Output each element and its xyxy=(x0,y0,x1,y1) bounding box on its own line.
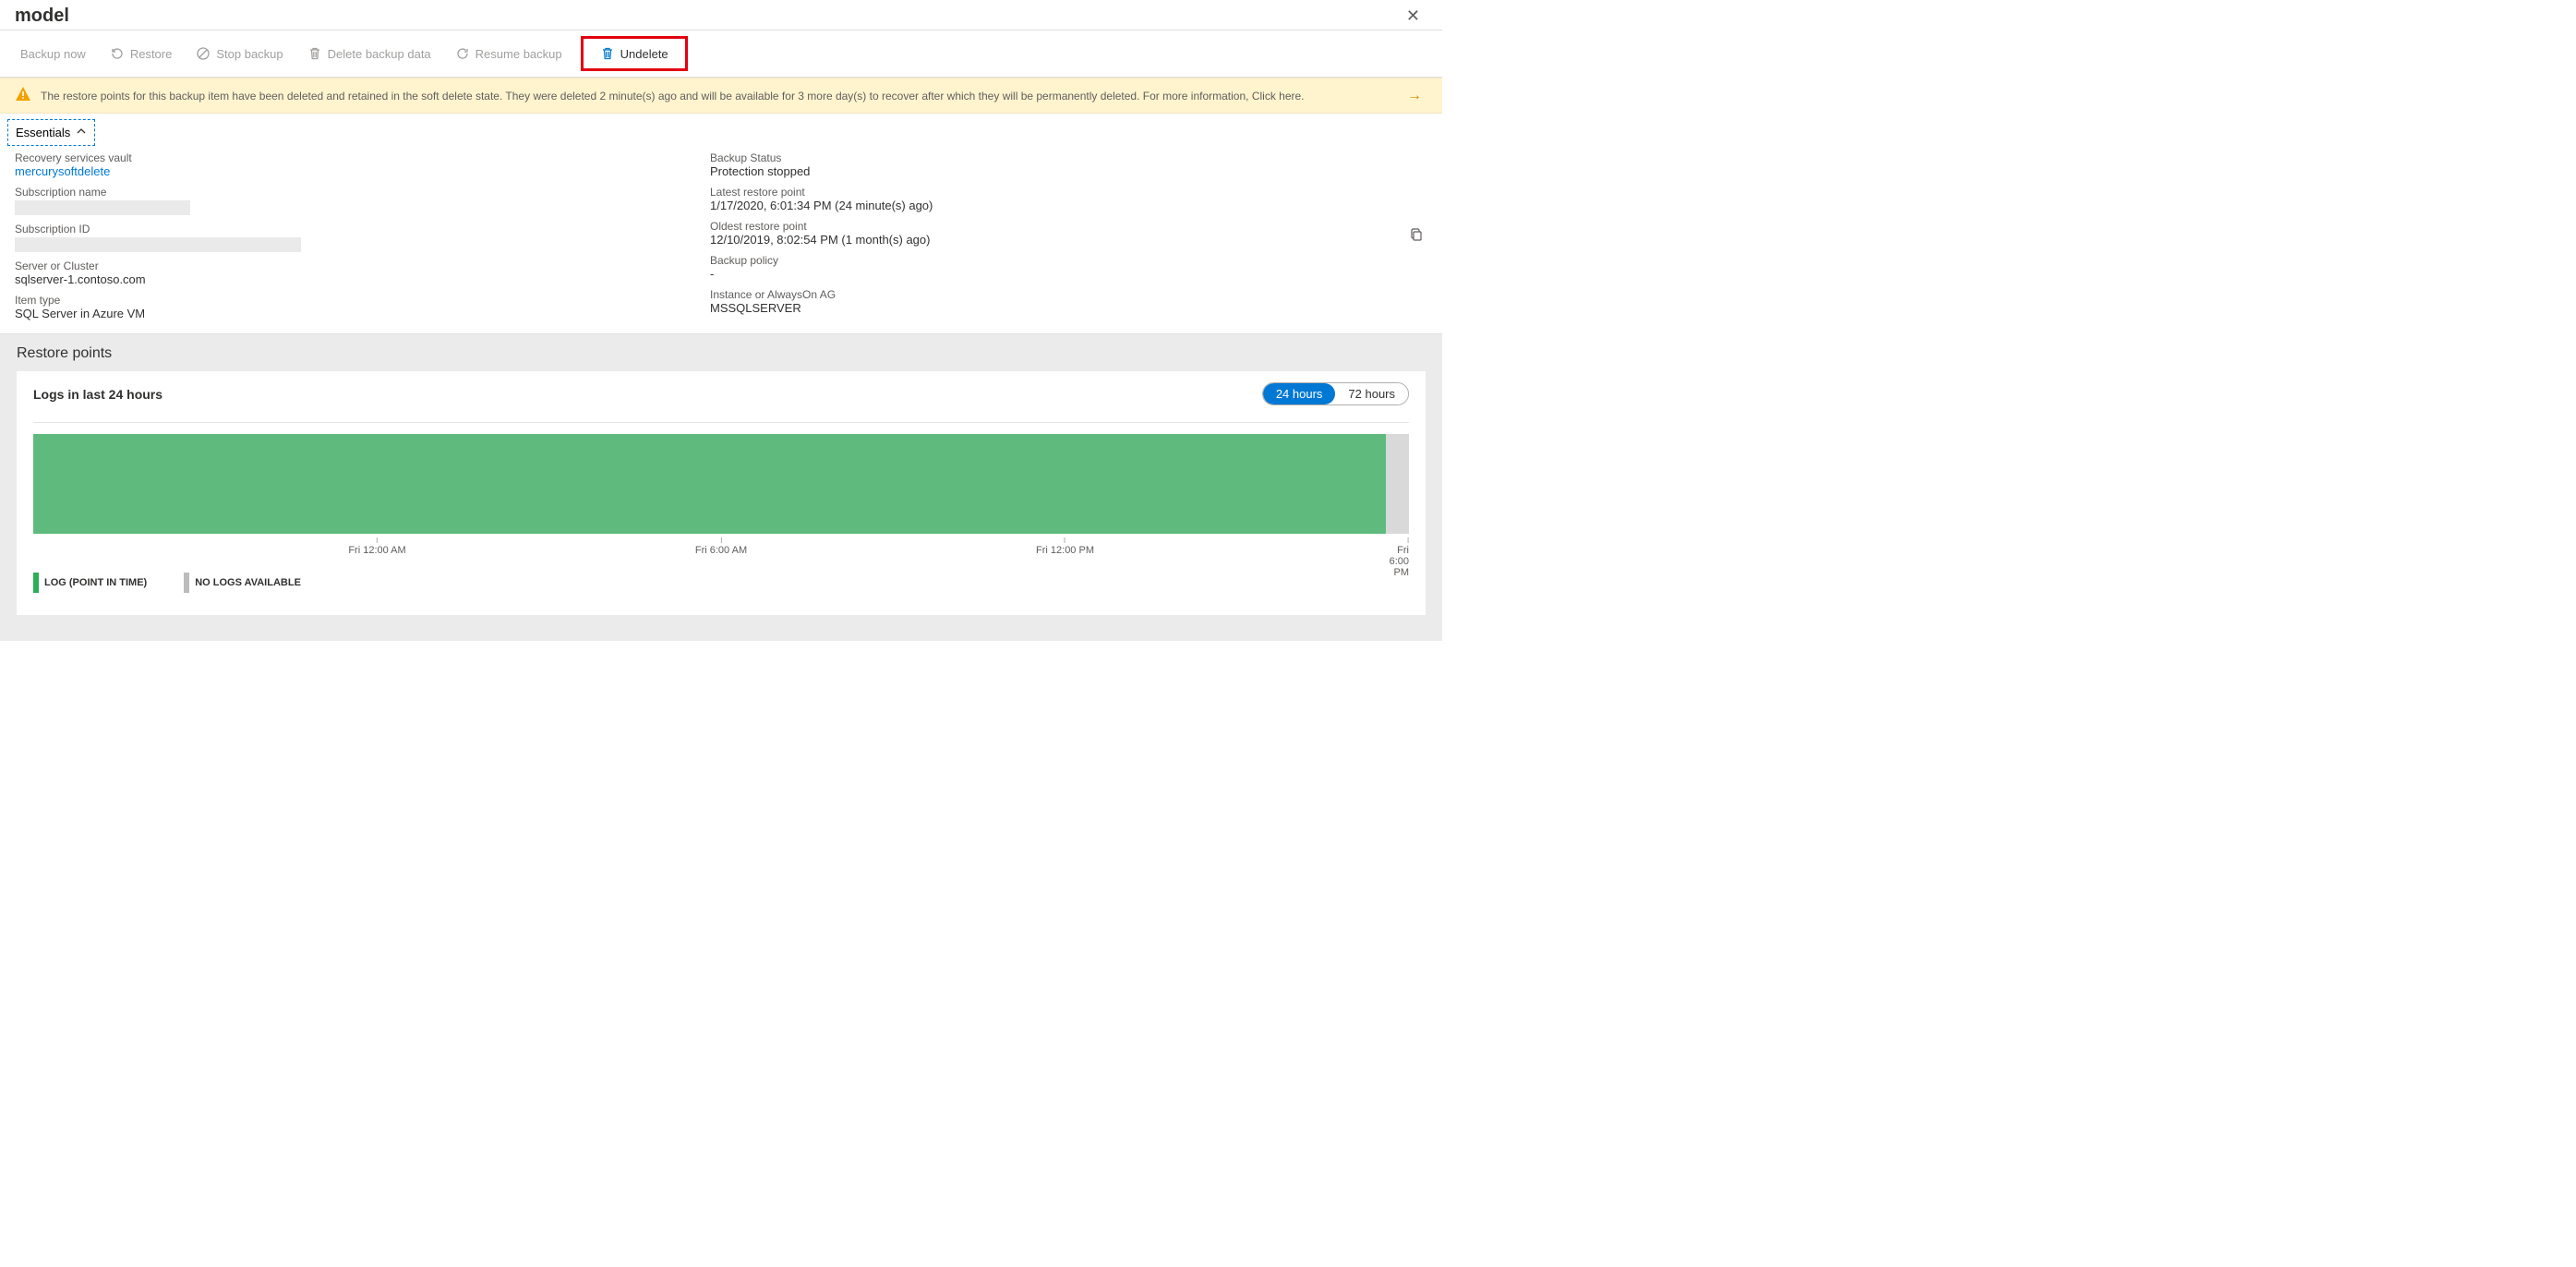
oldest-restore-field: Oldest restore point 12/10/2019, 8:02:54… xyxy=(710,220,1376,247)
toolbar-label: Restore xyxy=(130,47,173,61)
range-24h-button[interactable]: 24 hours xyxy=(1263,383,1336,404)
backup-now-button: Backup now xyxy=(15,43,91,65)
legend-label: LOG (POINT IN TIME) xyxy=(44,577,147,588)
essentials-left-column: Recovery services vault mercurysoftdelet… xyxy=(15,151,680,320)
redacted-value xyxy=(15,200,190,215)
logs-panel-title: Logs in last 24 hours xyxy=(33,387,163,402)
undelete-button[interactable]: Undelete xyxy=(581,36,688,71)
legend-item-log: LOG (POINT IN TIME) xyxy=(33,573,147,593)
undo-icon xyxy=(110,46,125,61)
arrow-right-icon[interactable]: → xyxy=(1402,88,1427,104)
field-label: Latest restore point xyxy=(710,186,1376,199)
backup-policy-field: Backup policy - xyxy=(710,254,1376,281)
tick-label: Fri 12:00 PM xyxy=(1036,537,1094,556)
tick-label: Fri 12:00 AM xyxy=(348,537,405,556)
toolbar-label: Backup now xyxy=(20,47,86,61)
logs-timeline-chart: Fri 12:00 AM Fri 6:00 AM Fri 12:00 PM Fr… xyxy=(33,422,1409,593)
warning-icon xyxy=(15,86,31,105)
field-value: 1/17/2020, 6:01:34 PM (24 minute(s) ago) xyxy=(710,199,1376,212)
delete-backup-data-button: Delete backup data xyxy=(302,42,437,65)
restore-points-heading: Restore points xyxy=(17,345,1426,362)
field-label: Server or Cluster xyxy=(15,259,680,272)
subscription-name-field: Subscription name xyxy=(15,186,680,215)
field-value: 12/10/2019, 8:02:54 PM (1 month(s) ago) xyxy=(710,233,1376,247)
toolbar-label: Stop backup xyxy=(216,47,283,61)
close-icon[interactable]: ✕ xyxy=(1399,3,1427,30)
soft-delete-warning-banner[interactable]: The restore points for this backup item … xyxy=(0,78,1442,114)
field-label: Subscription ID xyxy=(15,223,680,235)
restore-button: Restore xyxy=(104,42,178,65)
essentials-right-column: Backup Status Protection stopped Latest … xyxy=(710,151,1376,320)
swatch-icon xyxy=(33,573,39,593)
banner-text: The restore points for this backup item … xyxy=(41,88,1392,104)
field-label: Backup Status xyxy=(710,151,1376,164)
logs-panel: Logs in last 24 hours 24 hours 72 hours … xyxy=(17,371,1426,615)
field-value: sqlserver-1.contoso.com xyxy=(15,272,680,286)
latest-restore-field: Latest restore point 1/17/2020, 6:01:34 … xyxy=(710,186,1376,212)
backup-status-field: Backup Status Protection stopped xyxy=(710,151,1376,178)
main-content: Essentials Recovery services vault mercu… xyxy=(0,114,1442,703)
toolbar: Backup now Restore Stop backup Delete ba… xyxy=(0,30,1442,78)
refresh-icon xyxy=(455,46,470,61)
trash-restore-icon xyxy=(600,46,615,61)
time-range-toggle: 24 hours 72 hours xyxy=(1262,382,1409,405)
chart-legend: LOG (POINT IN TIME) NO LOGS AVAILABLE xyxy=(33,573,1409,593)
timeline-segment-nolog xyxy=(1386,434,1409,534)
item-type-field: Item type SQL Server in Azure VM xyxy=(15,294,680,320)
timeline-segment-log[interactable] xyxy=(33,434,1386,534)
instance-field: Instance or AlwaysOn AG MSSQLSERVER xyxy=(710,288,1376,315)
stop-backup-button: Stop backup xyxy=(190,42,288,65)
field-label: Backup policy xyxy=(710,254,1376,267)
toolbar-label: Delete backup data xyxy=(328,47,431,61)
field-value: SQL Server in Azure VM xyxy=(15,307,680,320)
prohibit-icon xyxy=(196,46,211,61)
legend-item-nolog: NO LOGS AVAILABLE xyxy=(184,573,301,593)
field-label: Subscription name xyxy=(15,186,680,199)
field-value: Protection stopped xyxy=(710,164,1376,178)
recovery-vault-field: Recovery services vault mercurysoftdelet… xyxy=(15,151,680,178)
subscription-id-field: Subscription ID xyxy=(15,223,680,252)
field-label: Oldest restore point xyxy=(710,220,1376,233)
copy-icon[interactable] xyxy=(1409,227,1424,245)
field-label: Recovery services vault xyxy=(15,151,680,164)
range-72h-button[interactable]: 72 hours xyxy=(1335,383,1408,404)
page-title: model xyxy=(15,6,69,27)
server-cluster-field: Server or Cluster sqlserver-1.contoso.co… xyxy=(15,259,680,286)
toolbar-label: Resume backup xyxy=(475,47,562,61)
toolbar-label: Undelete xyxy=(620,47,668,61)
timeline-track xyxy=(33,434,1409,534)
essentials-label: Essentials xyxy=(16,126,70,139)
restore-points-section: Restore points Logs in last 24 hours 24 … xyxy=(0,334,1442,641)
chevron-up-icon xyxy=(76,126,87,139)
recovery-vault-link[interactable]: mercurysoftdelete xyxy=(15,164,680,178)
tick-label: Fri 6:00 PM xyxy=(1390,537,1409,578)
trash-icon xyxy=(307,46,322,61)
resume-backup-button: Resume backup xyxy=(450,42,568,65)
field-value: - xyxy=(710,267,1376,281)
field-label: Instance or AlwaysOn AG xyxy=(710,288,1376,301)
field-value: MSSQLSERVER xyxy=(710,301,1376,315)
blade-header: model ✕ xyxy=(0,0,1442,30)
tick-label: Fri 6:00 AM xyxy=(695,537,747,556)
essentials-section: Recovery services vault mercurysoftdelet… xyxy=(0,146,1442,334)
essentials-toggle[interactable]: Essentials xyxy=(7,119,95,146)
swatch-icon xyxy=(184,573,189,593)
field-label: Item type xyxy=(15,294,680,307)
legend-label: NO LOGS AVAILABLE xyxy=(195,577,301,588)
redacted-value xyxy=(15,237,301,252)
timeline-ticks: Fri 12:00 AM Fri 6:00 AM Fri 12:00 PM Fr… xyxy=(33,537,1409,560)
